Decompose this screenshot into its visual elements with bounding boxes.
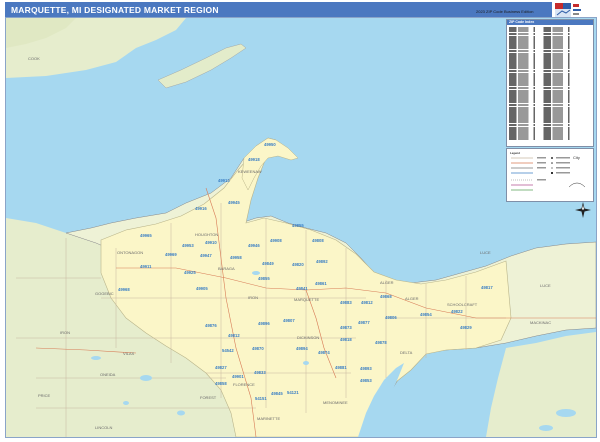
zip-label: 49896 [258,321,270,326]
zip-label: 49817 [481,285,493,290]
map-legend-panel: Legend City [506,148,594,202]
zip-label: 49910 [205,240,217,245]
zip-label: 49883 [340,300,352,305]
county-label: ONTONAGON [117,250,144,255]
county-label: ALGER [405,296,419,301]
zip-label: 49833 [254,370,266,375]
zip-label: 49913 [218,178,230,183]
zip-label: 49945 [228,200,240,205]
map-title: MARQUETTE, MI DESIGNATED MARKET REGION [11,5,219,15]
zip-label: 49947 [200,253,212,258]
edition-label: 2023 ZIP Code Business Edition [476,9,534,14]
zip-label: 54542 [222,348,234,353]
zip-index-rows [509,27,591,144]
zip-label: 49958 [230,255,242,260]
county-label: LINCOLN [95,425,113,430]
zip-label: 49911 [140,264,152,269]
county-label: DICKINSON [297,335,320,340]
county-label: FLORENCE [233,382,255,387]
county-label: SCHOOLCRAFT [447,302,478,307]
zip-label: 49855 [258,276,270,281]
county-label: LUCE [540,283,551,288]
county-label: MACKINAC [530,320,552,325]
county-label: KEWEENAW [238,169,262,174]
zip-label: 49876 [205,323,217,328]
county-label: ALGER [380,280,394,285]
zip-label: 49892 [316,259,328,264]
zip-label: 54151 [255,396,267,401]
zip-label: 49894 [296,346,308,351]
zip-label: 49881 [335,365,347,370]
zip-label: 49874 [318,350,330,355]
zip-label: 49812 [228,333,240,338]
zip-label: 49878 [375,340,387,345]
zip-label: 49812 [361,300,373,305]
county-label: DELTA [400,350,413,355]
county-label: MENOMINEE [323,400,348,405]
zip-label: 49829 [460,325,472,330]
zip-label: 49901 [232,374,244,379]
zip-label: 49925 [184,270,196,275]
zip-label: 49870 [252,346,264,351]
zip-label: 49822 [451,309,463,314]
zip-label: 49950 [264,142,276,147]
zip-label: 49916 [195,206,207,211]
zip-index-panel: ZIP Code Index [506,19,594,147]
county-label: ONEIDA [100,372,116,377]
zip-label: 49854 [420,312,432,317]
county-label: IRON [248,295,258,300]
county-label: BARAGA [218,266,235,271]
svg-text:City: City [573,155,580,160]
zip-label: 49827 [215,365,227,370]
county-label: MARINETTE [257,416,281,421]
zip-label: 49806 [385,315,397,320]
zip-label: 49968 [118,287,130,292]
zip-label: 49908 [270,238,282,243]
county-label: GOGEBIC [95,291,114,296]
zip-label: 49873 [340,325,352,330]
county-label: VILAS [123,351,135,356]
zip-label: 49849 [262,261,274,266]
zip-label: 49868 [380,294,392,299]
legend-symbols: City [511,155,586,191]
zip-label: 49965 [140,233,152,238]
zip-label: 49853 [360,378,372,383]
county-label: PRICE [38,393,51,398]
zip-label: 49818 [340,337,352,342]
zip-label: 49861 [315,281,327,286]
zip-label: 49918 [248,157,260,162]
zip-label: 49877 [358,320,370,325]
county-label: MARQUETTE [294,297,320,302]
zip-label: 49820 [292,262,304,267]
zip-label: 49855 [292,223,304,228]
zip-label: 49841 [296,286,308,291]
county-label: LUCE [480,250,491,255]
county-label: HOUGHTON [195,232,219,237]
county-label: IRON [60,330,70,335]
zip-label: 49953 [182,243,194,248]
compass-rose-icon [575,202,591,218]
zip-label: 49807 [283,318,295,323]
zip-index-title: ZIP Code Index [507,20,593,25]
zip-label: 49969 [165,252,177,257]
county-label: COOK [28,56,40,61]
zip-label: 49845 [271,391,283,396]
zip-label: 49905 [196,286,208,291]
title-bar: MARQUETTE, MI DESIGNATED MARKET REGION [5,2,552,17]
zip-label: 49893 [360,366,372,371]
zip-label: 54121 [287,390,299,395]
county-label: FOREST [200,395,217,400]
zip-label: 49808 [312,238,324,243]
zip-label: 49946 [248,243,260,248]
map-poster: MARQUETTE, MI DESIGNATED MARKET REGION 2… [0,0,600,439]
zip-label: 49858 [215,381,227,386]
